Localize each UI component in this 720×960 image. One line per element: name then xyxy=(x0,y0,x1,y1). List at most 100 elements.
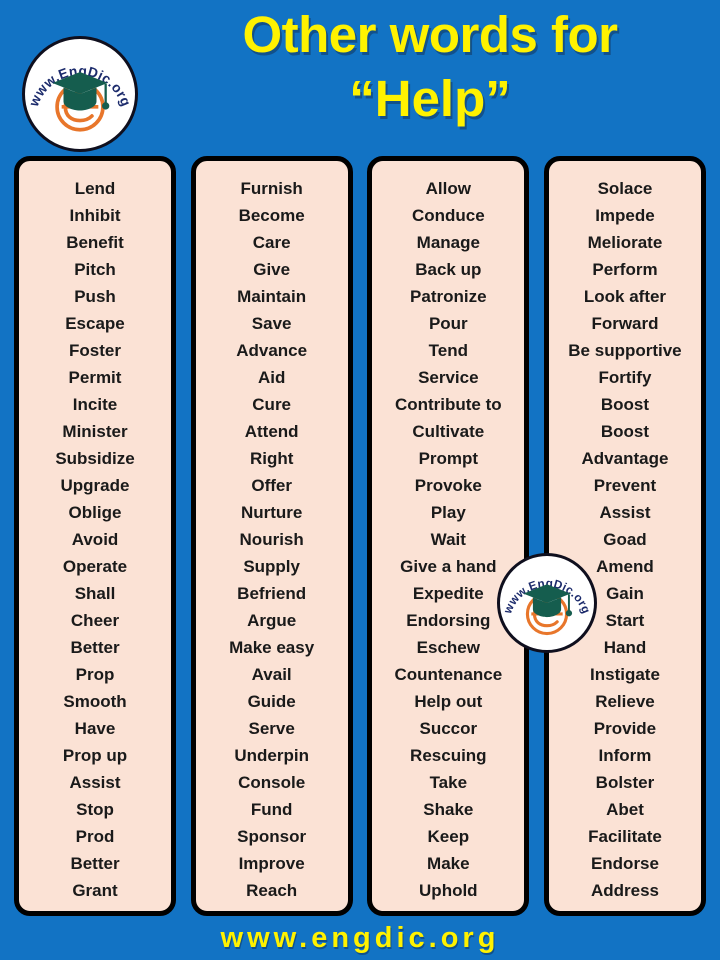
word-item: Relieve xyxy=(595,692,655,711)
word-item: Smooth xyxy=(63,692,127,711)
word-item: Boost xyxy=(600,422,650,441)
word-item: Have xyxy=(74,719,116,738)
word-item: Uphold xyxy=(419,881,478,900)
word-item: Save xyxy=(251,314,292,333)
page-footer: www.engdic.org xyxy=(0,916,720,960)
word-item: Address xyxy=(590,881,659,900)
word-item: Wait xyxy=(430,530,466,549)
word-item: Solace xyxy=(597,179,653,198)
word-item: Stop xyxy=(76,800,114,819)
word-item: Nourish xyxy=(239,530,304,549)
word-item: Facilitate xyxy=(588,827,662,846)
word-item: Guide xyxy=(247,692,296,711)
page-header: www.EngDic.org Other words for “Help” xyxy=(0,0,720,152)
word-item: Advantage xyxy=(581,449,669,468)
word-item: Provoke xyxy=(414,476,482,495)
word-item: Prod xyxy=(75,827,115,846)
word-item: Cheer xyxy=(70,611,120,630)
word-item: Avoid xyxy=(71,530,119,549)
word-item: Assist xyxy=(69,773,121,792)
word-item: Supply xyxy=(243,557,300,576)
word-item: Make easy xyxy=(229,638,315,657)
word-item: Abet xyxy=(606,800,644,819)
word-item: Argue xyxy=(247,611,297,630)
word-item: Impede xyxy=(595,206,655,225)
word-item: Bolster xyxy=(595,773,655,792)
word-card-1: Lend Inhibit Benefit Pitch Push Escape Foster P… xyxy=(14,156,176,916)
word-item: Inform xyxy=(598,746,652,765)
word-item: Pour xyxy=(428,314,468,333)
word-card-2: Furnish Become Care Give Maintain Save Advance… xyxy=(190,156,353,916)
word-item: Sponsor xyxy=(237,827,307,846)
word-item: Keep xyxy=(427,827,470,846)
word-item: Offer xyxy=(251,476,292,495)
word-item: Be supportive xyxy=(568,341,682,360)
word-columns: Lend Inhibit Benefit Pitch Push Escape Foster P… xyxy=(0,156,720,916)
word-item: Serve xyxy=(248,719,295,738)
word-item: Service xyxy=(418,368,479,387)
word-item: Incite xyxy=(72,395,118,414)
logo-badge-watermark: www.EngDic.org xyxy=(497,553,597,653)
word-item: Endorse xyxy=(590,854,659,873)
word-item: Care xyxy=(252,233,291,252)
word-item: Boost xyxy=(600,395,650,414)
word-item: Become xyxy=(238,206,305,225)
word-card-4: Solace Impede Meliorate Perform Look after Fo… xyxy=(543,156,706,916)
word-item: Countenance xyxy=(394,665,503,684)
word-item: Back up xyxy=(415,260,482,279)
word-item: Contribute to xyxy=(394,395,502,414)
word-item: Goad xyxy=(603,530,647,549)
word-item: Shake xyxy=(423,800,474,819)
word-item: Better xyxy=(70,638,120,657)
word-item: Help out xyxy=(414,692,483,711)
word-item: Oblige xyxy=(68,503,122,522)
word-item: Escape xyxy=(65,314,125,333)
word-item: Pitch xyxy=(74,260,116,279)
word-item: Rescuing xyxy=(410,746,487,765)
word-item: Conduce xyxy=(411,206,485,225)
word-item: Look after xyxy=(583,287,667,306)
word-item: Fortify xyxy=(598,368,652,387)
word-item: Maintain xyxy=(237,287,307,306)
engdic-logo: www.EngDic.org xyxy=(22,36,138,152)
word-item: Subsidize xyxy=(55,449,135,468)
word-item: Tend xyxy=(428,341,468,360)
word-item: Give xyxy=(253,260,291,279)
word-card-3: Allow Conduce Manage Back up Patronize Pour Te… xyxy=(367,156,530,916)
word-item: Take xyxy=(429,773,468,792)
word-item: Allow xyxy=(425,179,471,198)
word-item: Furnish xyxy=(240,179,303,198)
word-item: Push xyxy=(74,287,116,306)
word-item: Foster xyxy=(69,341,121,360)
word-item: Minister xyxy=(62,422,128,441)
word-item: Operate xyxy=(62,557,128,576)
word-item: Grant xyxy=(72,881,118,900)
word-item: Inhibit xyxy=(69,206,121,225)
word-item: Fund xyxy=(250,800,293,819)
word-item: Benefit xyxy=(66,233,124,252)
word-item: Instigate xyxy=(590,665,660,684)
word-item: Forward xyxy=(591,314,659,333)
word-item: Befriend xyxy=(237,584,307,603)
word-item: Advance xyxy=(236,341,308,360)
title-line-2: “Help” xyxy=(349,70,511,127)
word-item: Upgrade xyxy=(60,476,130,495)
word-item: Better xyxy=(70,854,120,873)
word-item: Perform xyxy=(592,260,658,279)
word-item: Prevent xyxy=(593,476,657,495)
word-item: Avail xyxy=(251,665,292,684)
word-item: Aid xyxy=(257,368,286,387)
word-item: Prompt xyxy=(418,449,479,468)
word-item: Prop up xyxy=(62,746,128,765)
word-item: Manage xyxy=(416,233,480,252)
word-item: Cure xyxy=(252,395,292,414)
word-item: Cultivate xyxy=(412,422,485,441)
word-item: Nurture xyxy=(240,503,303,522)
word-item: Play xyxy=(430,503,466,522)
footer-url: www.engdic.org xyxy=(220,921,500,954)
word-item: Provide xyxy=(593,719,657,738)
word-item: Patronize xyxy=(410,287,487,306)
word-item: Right xyxy=(249,449,294,468)
word-item: Succor xyxy=(419,719,478,738)
word-item: Prop xyxy=(75,665,115,684)
